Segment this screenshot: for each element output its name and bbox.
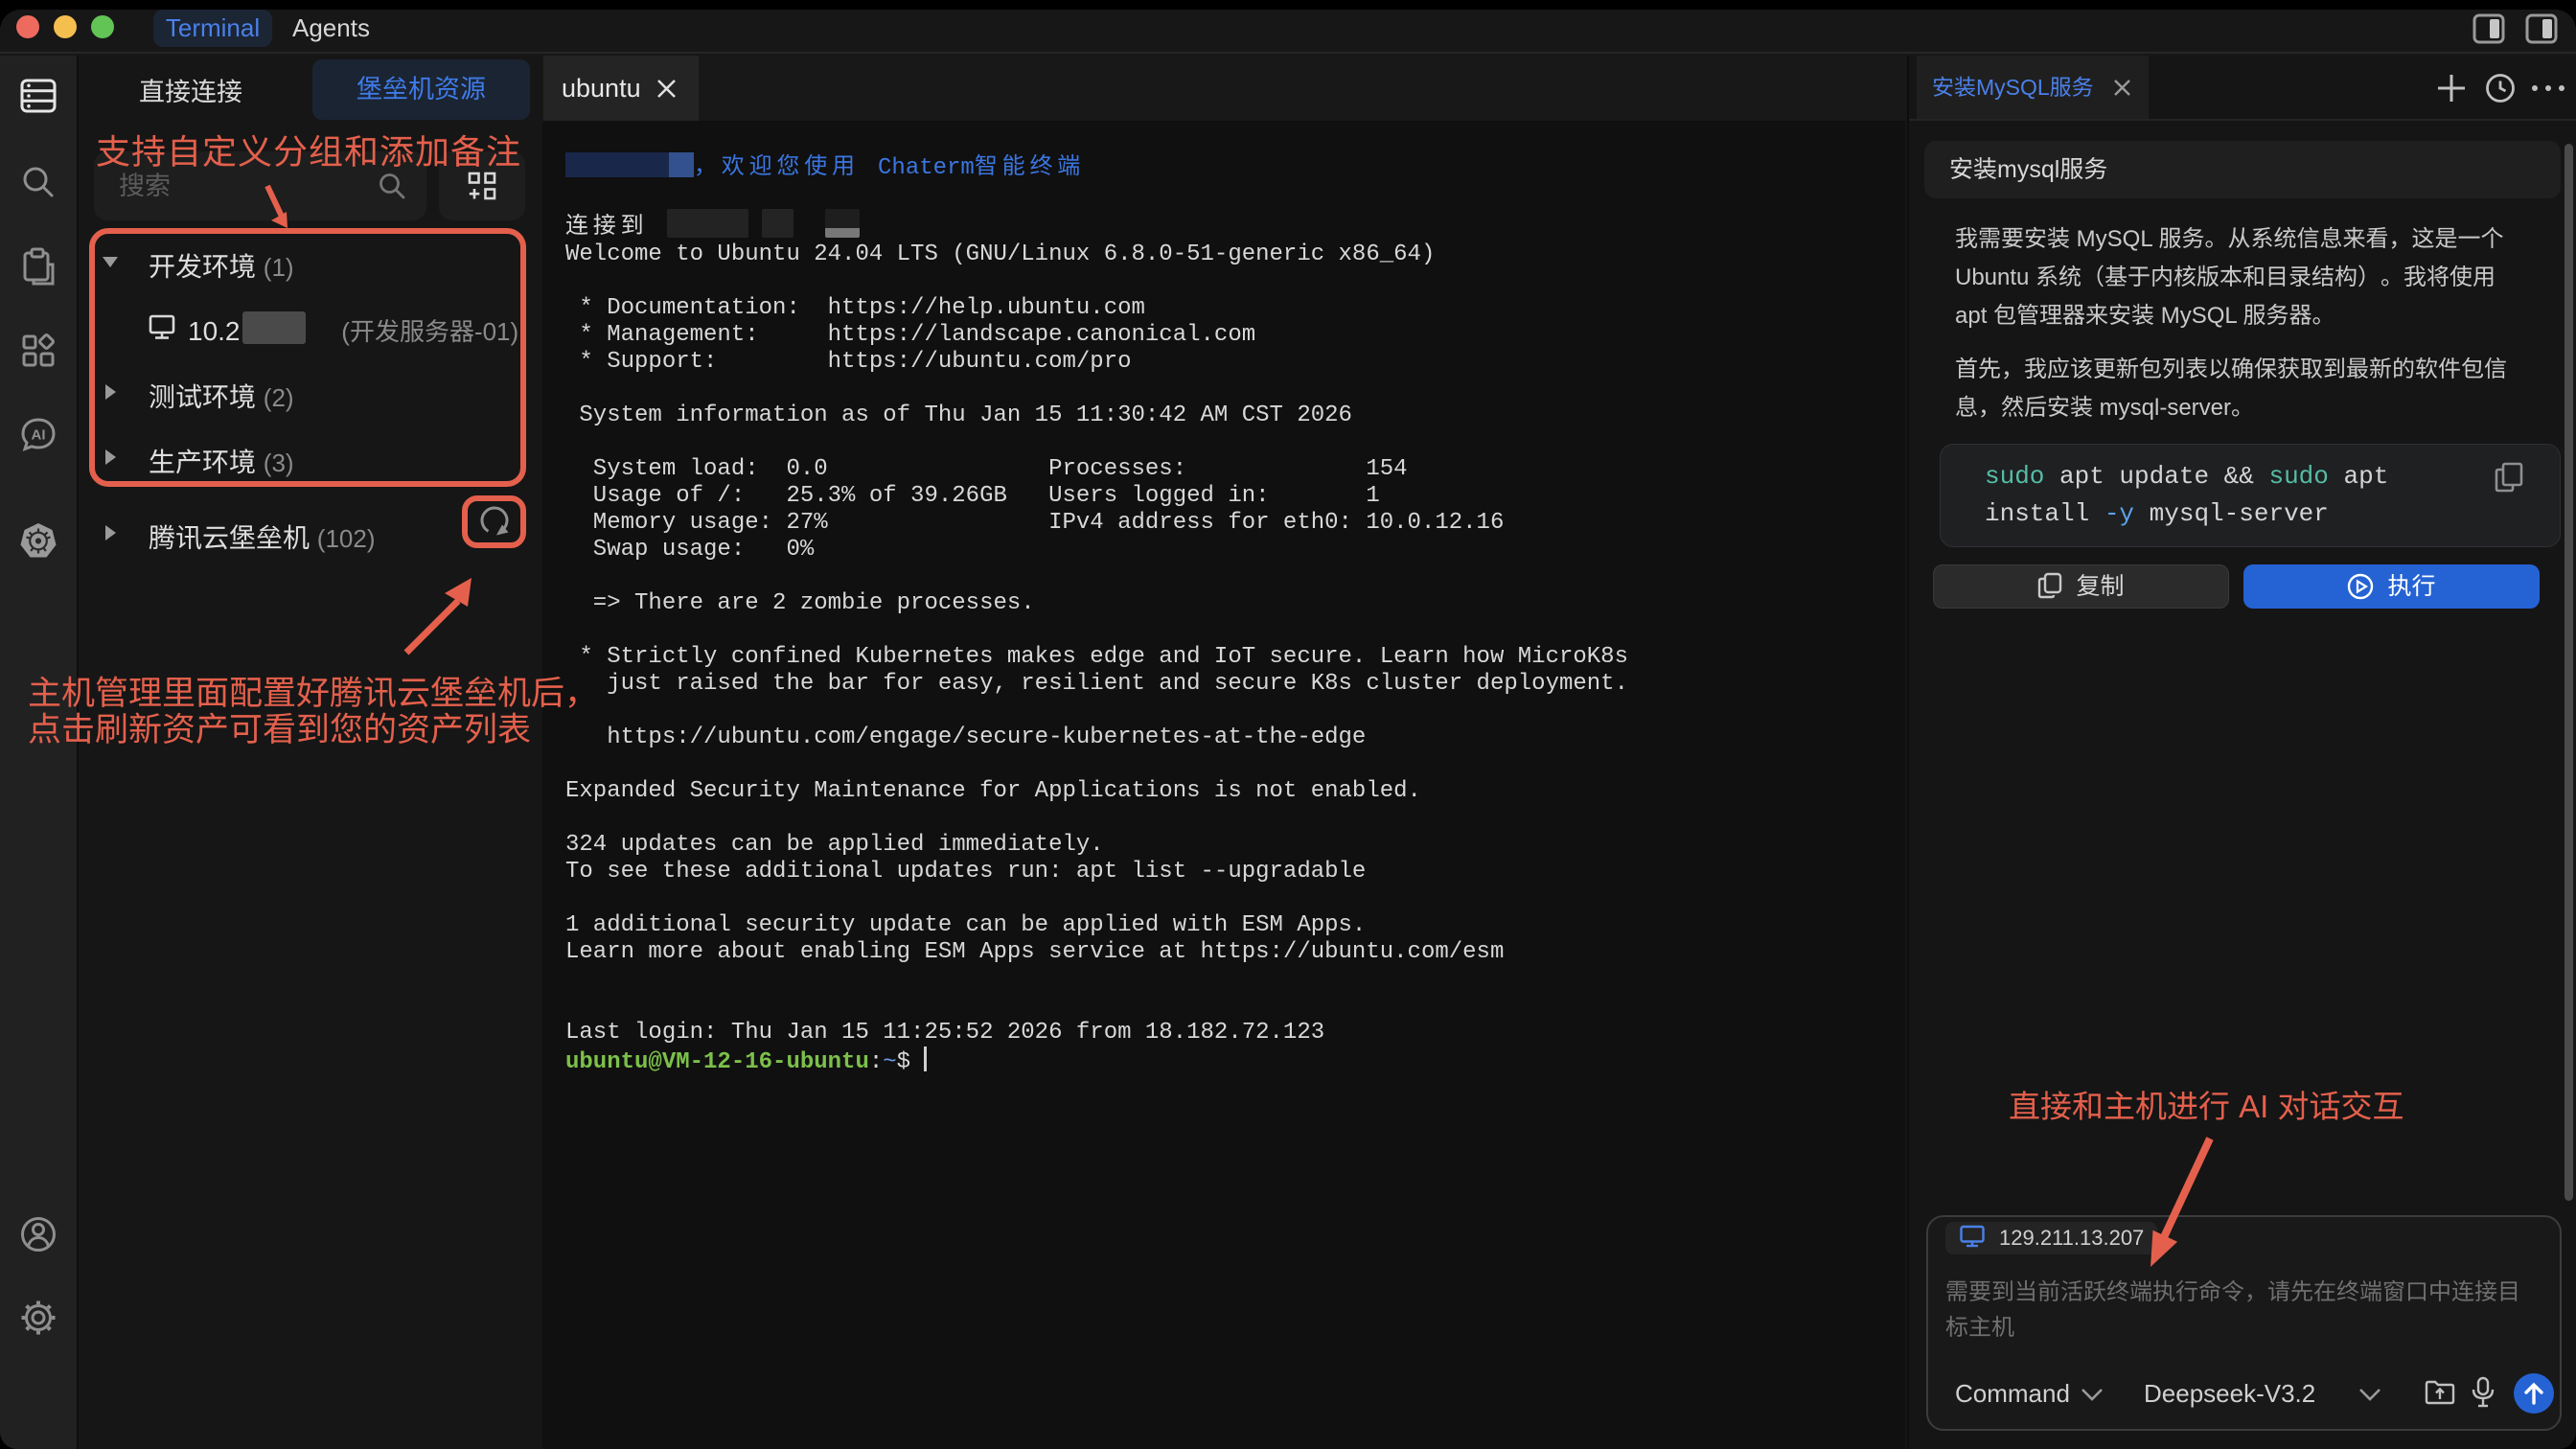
svg-text:AI: AI <box>32 427 46 444</box>
